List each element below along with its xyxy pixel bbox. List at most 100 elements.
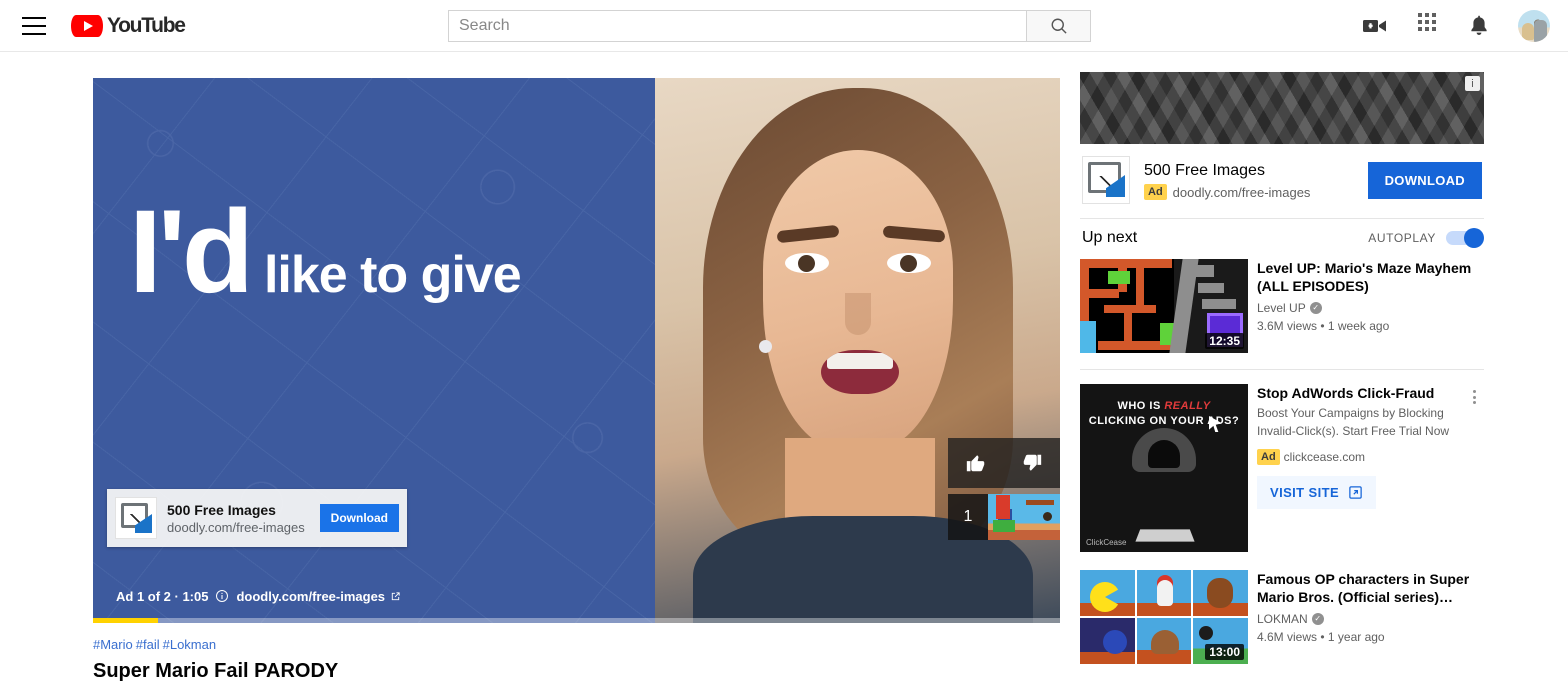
masthead: YouTube (0, 0, 1568, 52)
ad-url: clickcease.com (1283, 450, 1366, 464)
video-title: Level UP: Mario's Maze Mayhem (ALL EPISO… (1257, 260, 1472, 294)
upnext-countdown: 1 (948, 494, 988, 540)
ad-creative-right-panel (655, 78, 1060, 623)
ad-counter-text: Ad 1 of 2 · 1:05 (116, 588, 209, 604)
ad-thumb-line1: WHO IS REALLY (1117, 400, 1211, 412)
info-circle-icon[interactable] (215, 589, 229, 603)
ad-info: Stop AdWords Click-Fraud Boost Your Camp… (1257, 384, 1484, 552)
video-channel[interactable]: LOKMAN ✓ (1257, 610, 1480, 628)
sidebar-ad-subline: Ad doodly.com/free-images (1144, 184, 1368, 200)
verified-badge-icon: ✓ (1309, 302, 1322, 314)
hashtag-item[interactable]: #fail (136, 637, 160, 652)
youtube-play-icon (71, 14, 103, 37)
video-camera-plus-icon[interactable] (1362, 13, 1388, 39)
player-overlay-ad-download-button[interactable]: Download (319, 504, 399, 532)
search-icon (1051, 18, 1067, 34)
info-circle-icon[interactable]: i (1465, 76, 1480, 91)
ad-headline-small: like to give (263, 246, 522, 304)
player-overlay-ad-title: 500 Free Images (167, 501, 276, 518)
youtube-logo-text: YouTube (107, 13, 186, 37)
video-channel[interactable]: Level UP ✓ (1257, 299, 1480, 317)
video-stats: 4.6M views • 1 year ago (1257, 630, 1385, 644)
autoplay-label: AUTOPLAY (1368, 231, 1436, 245)
video-stats: 3.6M views • 1 week ago (1257, 319, 1390, 333)
apps-grid-icon[interactable] (1414, 13, 1440, 39)
autoplay-control: AUTOPLAY (1368, 228, 1484, 248)
video-thumbnail[interactable]: 12:35 (1080, 259, 1248, 353)
hashtag-list: #Mario #fail #Lokman (93, 636, 1060, 654)
person-teeth (827, 353, 893, 369)
page-body: I'd like to give 500 Free Images doodly.c… (0, 52, 1568, 682)
player-overlay-ad[interactable]: 500 Free Images doodly.com/free-images D… (107, 489, 407, 547)
hashtag-item[interactable]: #Mario (93, 637, 133, 652)
ad-progress-bar[interactable] (93, 618, 1060, 623)
ad-thumb-logo: ClickCease (1086, 538, 1127, 547)
player-overlay-ad-url: doodly.com/free-images (167, 519, 305, 535)
video-duration: 13:00 (1205, 644, 1244, 660)
ad-info-bar: Ad 1 of 2 · 1:05 doodly.com/free-images (93, 583, 401, 609)
divider (1080, 369, 1484, 370)
person-mouth (821, 350, 899, 394)
search-input[interactable] (448, 10, 1026, 42)
sidebar-ad[interactable]: 500 Free Images Ad doodly.com/free-image… (1080, 144, 1484, 219)
player-overlay-ad-text: 500 Free Images doodly.com/free-images (167, 501, 320, 536)
person-eye-right (887, 253, 931, 273)
list-item[interactable]: 12:35 Level UP: Mario's Maze Mayhem (ALL… (1080, 259, 1484, 367)
video-player[interactable]: I'd like to give 500 Free Images doodly.c… (93, 78, 1060, 623)
promo-banner-art (1080, 72, 1484, 144)
youtube-logo[interactable]: YouTube (71, 13, 186, 38)
list-item[interactable]: 13:00 Famous OP characters in Super Mari… (1080, 570, 1484, 678)
ad-url-text: doodly.com/free-images (236, 588, 386, 604)
thumbs-down-icon[interactable] (1021, 452, 1043, 474)
ad-description: Boost Your Campaigns by Blocking Invalid… (1257, 406, 1450, 438)
secondary-sidebar: i 500 Free Images Ad doodly.com/free-ima… (1080, 72, 1484, 678)
search-button[interactable] (1026, 10, 1091, 42)
chart-image-icon (1082, 156, 1130, 204)
visit-site-label: VISIT SITE (1270, 485, 1340, 500)
thumbs-up-icon[interactable] (965, 452, 987, 474)
ad-thumb-line2: CLICKING ON YOUR ADS? (1088, 415, 1240, 427)
ad-headline-big: I'd (129, 186, 254, 318)
upnext-title: Up next (1082, 229, 1138, 246)
bell-icon[interactable] (1466, 13, 1492, 39)
upnext-header: Up next AUTOPLAY (1080, 219, 1484, 259)
ad-reaction-bar (948, 438, 1060, 488)
visit-site-button[interactable]: VISIT SITE (1257, 476, 1377, 509)
kebab-menu-icon[interactable] (1464, 386, 1484, 408)
hashtag-item[interactable]: #Lokman (163, 637, 216, 652)
video-title: Famous OP characters in Super Mario Bros… (1257, 571, 1470, 605)
ad-visit-url-link[interactable]: doodly.com/free-images (236, 589, 401, 604)
ad-title: Stop AdWords Click-Fraud (1257, 385, 1435, 401)
ad-badge: Ad (1144, 184, 1167, 200)
hamburger-icon[interactable] (22, 16, 46, 35)
page-title: Super Mario Fail PARODY (93, 660, 339, 682)
ad-url-row: Ad clickcease.com (1257, 448, 1480, 466)
video-thumbnail[interactable]: 13:00 (1080, 570, 1248, 664)
promo-banner[interactable]: i (1080, 72, 1484, 144)
upnext-preview-card[interactable]: 1 (948, 494, 1060, 540)
upnext-preview-thumbnail[interactable] (988, 494, 1060, 540)
video-metadata: #Mario #fail #Lokman Super Mario Fail PARO… (93, 636, 1060, 685)
clickcease-ad-thumbnail-art: WHO IS REALLY CLICKING ON YOUR ADS? Clic… (1080, 384, 1248, 552)
ad-badge: Ad (1257, 449, 1280, 465)
channel-name: LOKMAN (1257, 612, 1308, 626)
person-nose (845, 293, 871, 335)
video-info: Famous OP characters in Super Mario Bros… (1257, 570, 1484, 664)
external-link-icon (1349, 486, 1362, 499)
ad-thumbnail[interactable]: WHO IS REALLY CLICKING ON YOUR ADS? Clic… (1080, 384, 1248, 552)
verified-badge-icon: ✓ (1311, 613, 1324, 625)
person-eye-left (785, 253, 829, 273)
video-duration: 12:35 (1205, 333, 1244, 349)
sidebar-ad-text: 500 Free Images Ad doodly.com/free-image… (1144, 160, 1368, 200)
sidebar-ad-download-button[interactable]: DOWNLOAD (1367, 161, 1482, 199)
sidebar-ad-title: 500 Free Images (1144, 162, 1265, 179)
chart-image-icon (115, 497, 157, 539)
channel-name: Level UP (1257, 301, 1306, 315)
ad-progress-fill (93, 618, 158, 623)
ad-headline: I'd like to give (129, 193, 649, 311)
header-icon-group (1362, 0, 1550, 52)
avatar[interactable] (1518, 10, 1550, 42)
autoplay-toggle[interactable] (1446, 228, 1484, 248)
video-info: Level UP: Mario's Maze Mayhem (ALL EPISO… (1257, 259, 1484, 353)
list-item[interactable]: WHO IS REALLY CLICKING ON YOUR ADS? Clic… (1080, 384, 1484, 570)
